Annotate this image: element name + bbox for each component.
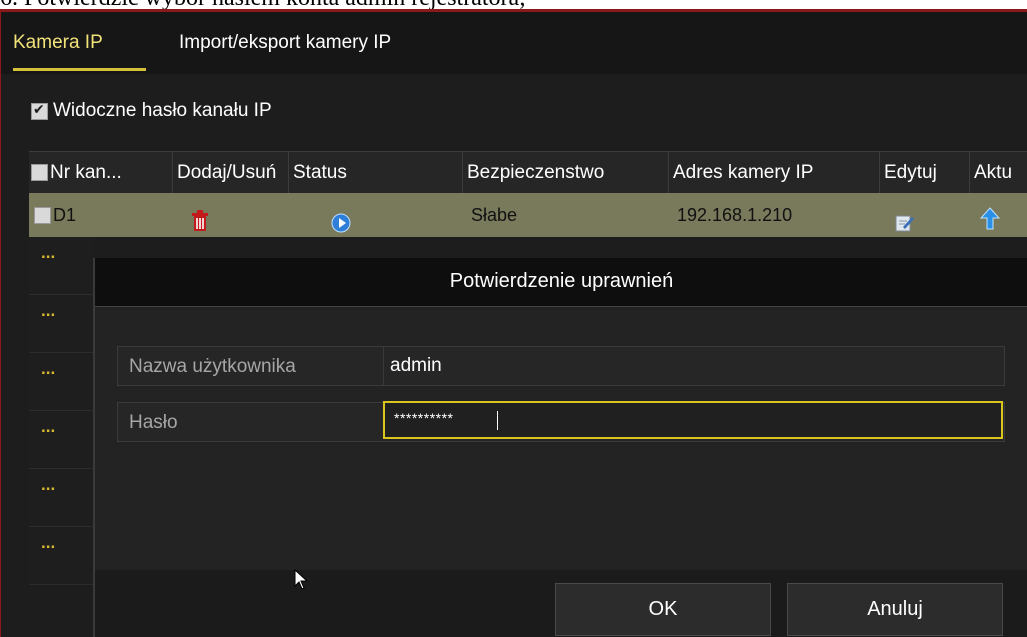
column-channel-no-label: Nr kan...: [50, 162, 122, 183]
mouse-pointer-icon: [294, 568, 309, 596]
list-item[interactable]: ...: [29, 295, 93, 353]
username-label: Nazwa użytkownika: [129, 356, 296, 377]
list-item[interactable]: ...: [29, 353, 93, 411]
tab-ip-camera-import-export[interactable]: Import/eksport kamery IP: [179, 32, 391, 54]
dialog-title-bar: Potwierdzenie uprawnień: [95, 258, 1027, 307]
table-row[interactable]: D1 Słabe 192.168.1.210: [29, 193, 1027, 237]
list-item[interactable]: ...: [29, 469, 93, 527]
password-label: Hasło: [129, 412, 178, 433]
visible-password-checkbox[interactable]: [31, 101, 48, 120]
column-edit: Edytuj: [880, 152, 970, 194]
cancel-button[interactable]: Anuluj: [787, 583, 1003, 636]
row-channel-cell[interactable]: D1: [34, 193, 76, 237]
password-value: **********: [394, 410, 454, 426]
dialog-title: Potwierdzenie uprawnień: [449, 270, 674, 292]
column-update: Aktu: [974, 162, 1013, 183]
nvr-screen: Kamera IP Import/eksport kamery IP Widoc…: [0, 9, 1027, 637]
arrow-up-icon[interactable]: [979, 203, 1001, 230]
document-instruction: 6. Potwierdzić wybór hasłem konta admin …: [0, 0, 1027, 10]
edit-icon[interactable]: [894, 205, 914, 232]
table-header: Nr kan... Dodaj/Usuń Status Bezpieczenst…: [29, 151, 1027, 195]
column-channel-no[interactable]: Nr kan...: [29, 152, 173, 194]
column-status: Status: [289, 152, 463, 194]
column-ip-address: Adres kamery IP: [669, 152, 880, 194]
column-add-delete: Dodaj/Usuń: [173, 152, 289, 194]
permission-dialog: Potwierdzenie uprawnień Nazwa użytkownik…: [93, 258, 1027, 637]
dialog-footer: OK Anuluj: [95, 570, 1027, 637]
row-ip-address: 192.168.1.210: [677, 205, 793, 225]
username-row: Nazwa użytkownika admin: [117, 346, 1005, 386]
select-all-checkbox[interactable]: [31, 164, 48, 181]
trash-icon[interactable]: [191, 204, 209, 231]
tab-bar: Kamera IP Import/eksport kamery IP: [1, 12, 1027, 74]
visible-password-label: Widoczne hasło kanału IP: [53, 100, 272, 121]
channel-list-placeholder: ... ... ... ... ... ...: [29, 237, 93, 585]
row-security: Słabe: [471, 205, 518, 225]
visible-password-option[interactable]: Widoczne hasło kanału IP: [31, 99, 272, 123]
text-caret: [497, 411, 498, 430]
active-tab-underline: [13, 68, 146, 71]
password-input[interactable]: **********: [383, 401, 1003, 439]
tab-ip-camera[interactable]: Kamera IP: [13, 32, 103, 54]
play-icon[interactable]: [331, 205, 351, 233]
list-item[interactable]: ...: [29, 237, 93, 295]
username-field[interactable]: admin: [390, 355, 442, 377]
ok-button[interactable]: OK: [555, 583, 771, 636]
row-channel: D1: [53, 205, 77, 225]
list-item[interactable]: ...: [29, 527, 93, 585]
row-checkbox[interactable]: [34, 207, 51, 224]
list-item[interactable]: ...: [29, 411, 93, 469]
field-divider: [383, 347, 384, 385]
password-row: Hasło **********: [117, 401, 1005, 442]
column-security: Bezpieczenstwo: [463, 152, 669, 194]
